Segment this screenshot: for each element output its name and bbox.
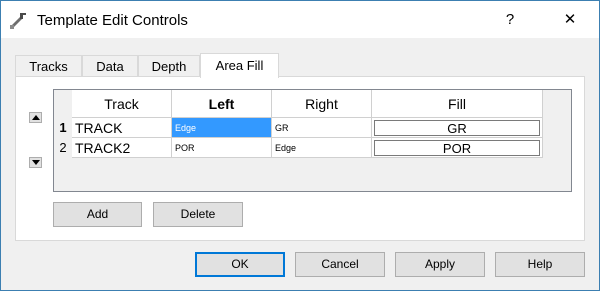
- close-button[interactable]: ✕: [547, 1, 593, 38]
- table-cell-fill: GR: [372, 118, 543, 138]
- dialog-window: Template Edit Controls ? ✕ Tracks Data D…: [0, 0, 600, 291]
- table-cell-track[interactable]: TRACK: [72, 118, 172, 138]
- column-header-right[interactable]: Right: [272, 90, 372, 118]
- window-title: Template Edit Controls: [37, 12, 188, 29]
- table-cell-track[interactable]: TRACK2: [72, 138, 172, 158]
- tab-depth[interactable]: Depth: [138, 55, 200, 77]
- tab-data[interactable]: Data: [82, 55, 138, 77]
- table-cell-right[interactable]: GR: [272, 118, 372, 138]
- ok-button[interactable]: OK: [195, 252, 285, 277]
- move-up-button[interactable]: [29, 112, 42, 123]
- triangle-up-icon: [32, 115, 40, 120]
- help-button[interactable]: Help: [495, 252, 585, 277]
- apply-button[interactable]: Apply: [395, 252, 485, 277]
- table-cell-fill: POR: [372, 138, 543, 158]
- column-header-track[interactable]: Track: [72, 90, 172, 118]
- grid-corner: [54, 90, 73, 118]
- table-cell-left[interactable]: POR: [172, 138, 272, 158]
- table-cell-right[interactable]: Edge: [272, 138, 372, 158]
- row-number[interactable]: 2: [54, 138, 72, 158]
- table-cell-left[interactable]: Edge: [172, 118, 272, 138]
- cancel-button[interactable]: Cancel: [295, 252, 385, 277]
- add-button[interactable]: Add: [53, 202, 142, 227]
- triangle-down-icon: [32, 160, 40, 165]
- column-header-left[interactable]: Left: [172, 90, 272, 118]
- move-down-button[interactable]: [29, 157, 42, 168]
- fill-selector[interactable]: GR: [374, 120, 540, 136]
- tab-area-fill[interactable]: Area Fill: [200, 53, 279, 78]
- tool-icon: [9, 10, 29, 30]
- column-header-fill[interactable]: Fill: [372, 90, 543, 118]
- help-title-button[interactable]: ?: [487, 1, 533, 38]
- area-fill-panel: Track Left Right Fill 1 TRACK Edge GR GR…: [15, 76, 585, 241]
- delete-button[interactable]: Delete: [153, 202, 243, 227]
- title-bar: Template Edit Controls ? ✕: [1, 1, 599, 38]
- area-fill-grid: Track Left Right Fill 1 TRACK Edge GR GR…: [53, 89, 572, 192]
- grid-empty-area: [72, 158, 571, 191]
- fill-selector[interactable]: POR: [374, 140, 540, 156]
- tab-tracks[interactable]: Tracks: [15, 55, 82, 77]
- row-number[interactable]: 1: [54, 118, 72, 138]
